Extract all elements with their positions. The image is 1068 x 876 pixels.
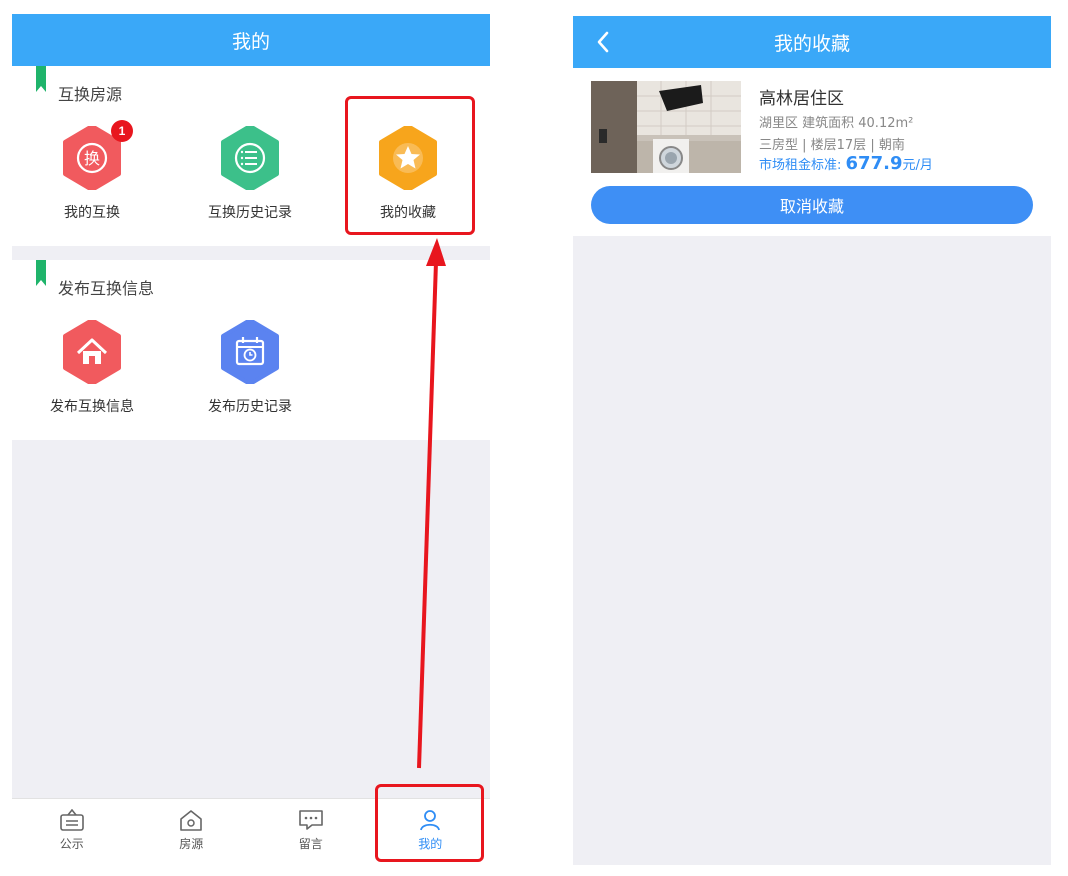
guide-arrow-icon bbox=[417, 238, 446, 769]
